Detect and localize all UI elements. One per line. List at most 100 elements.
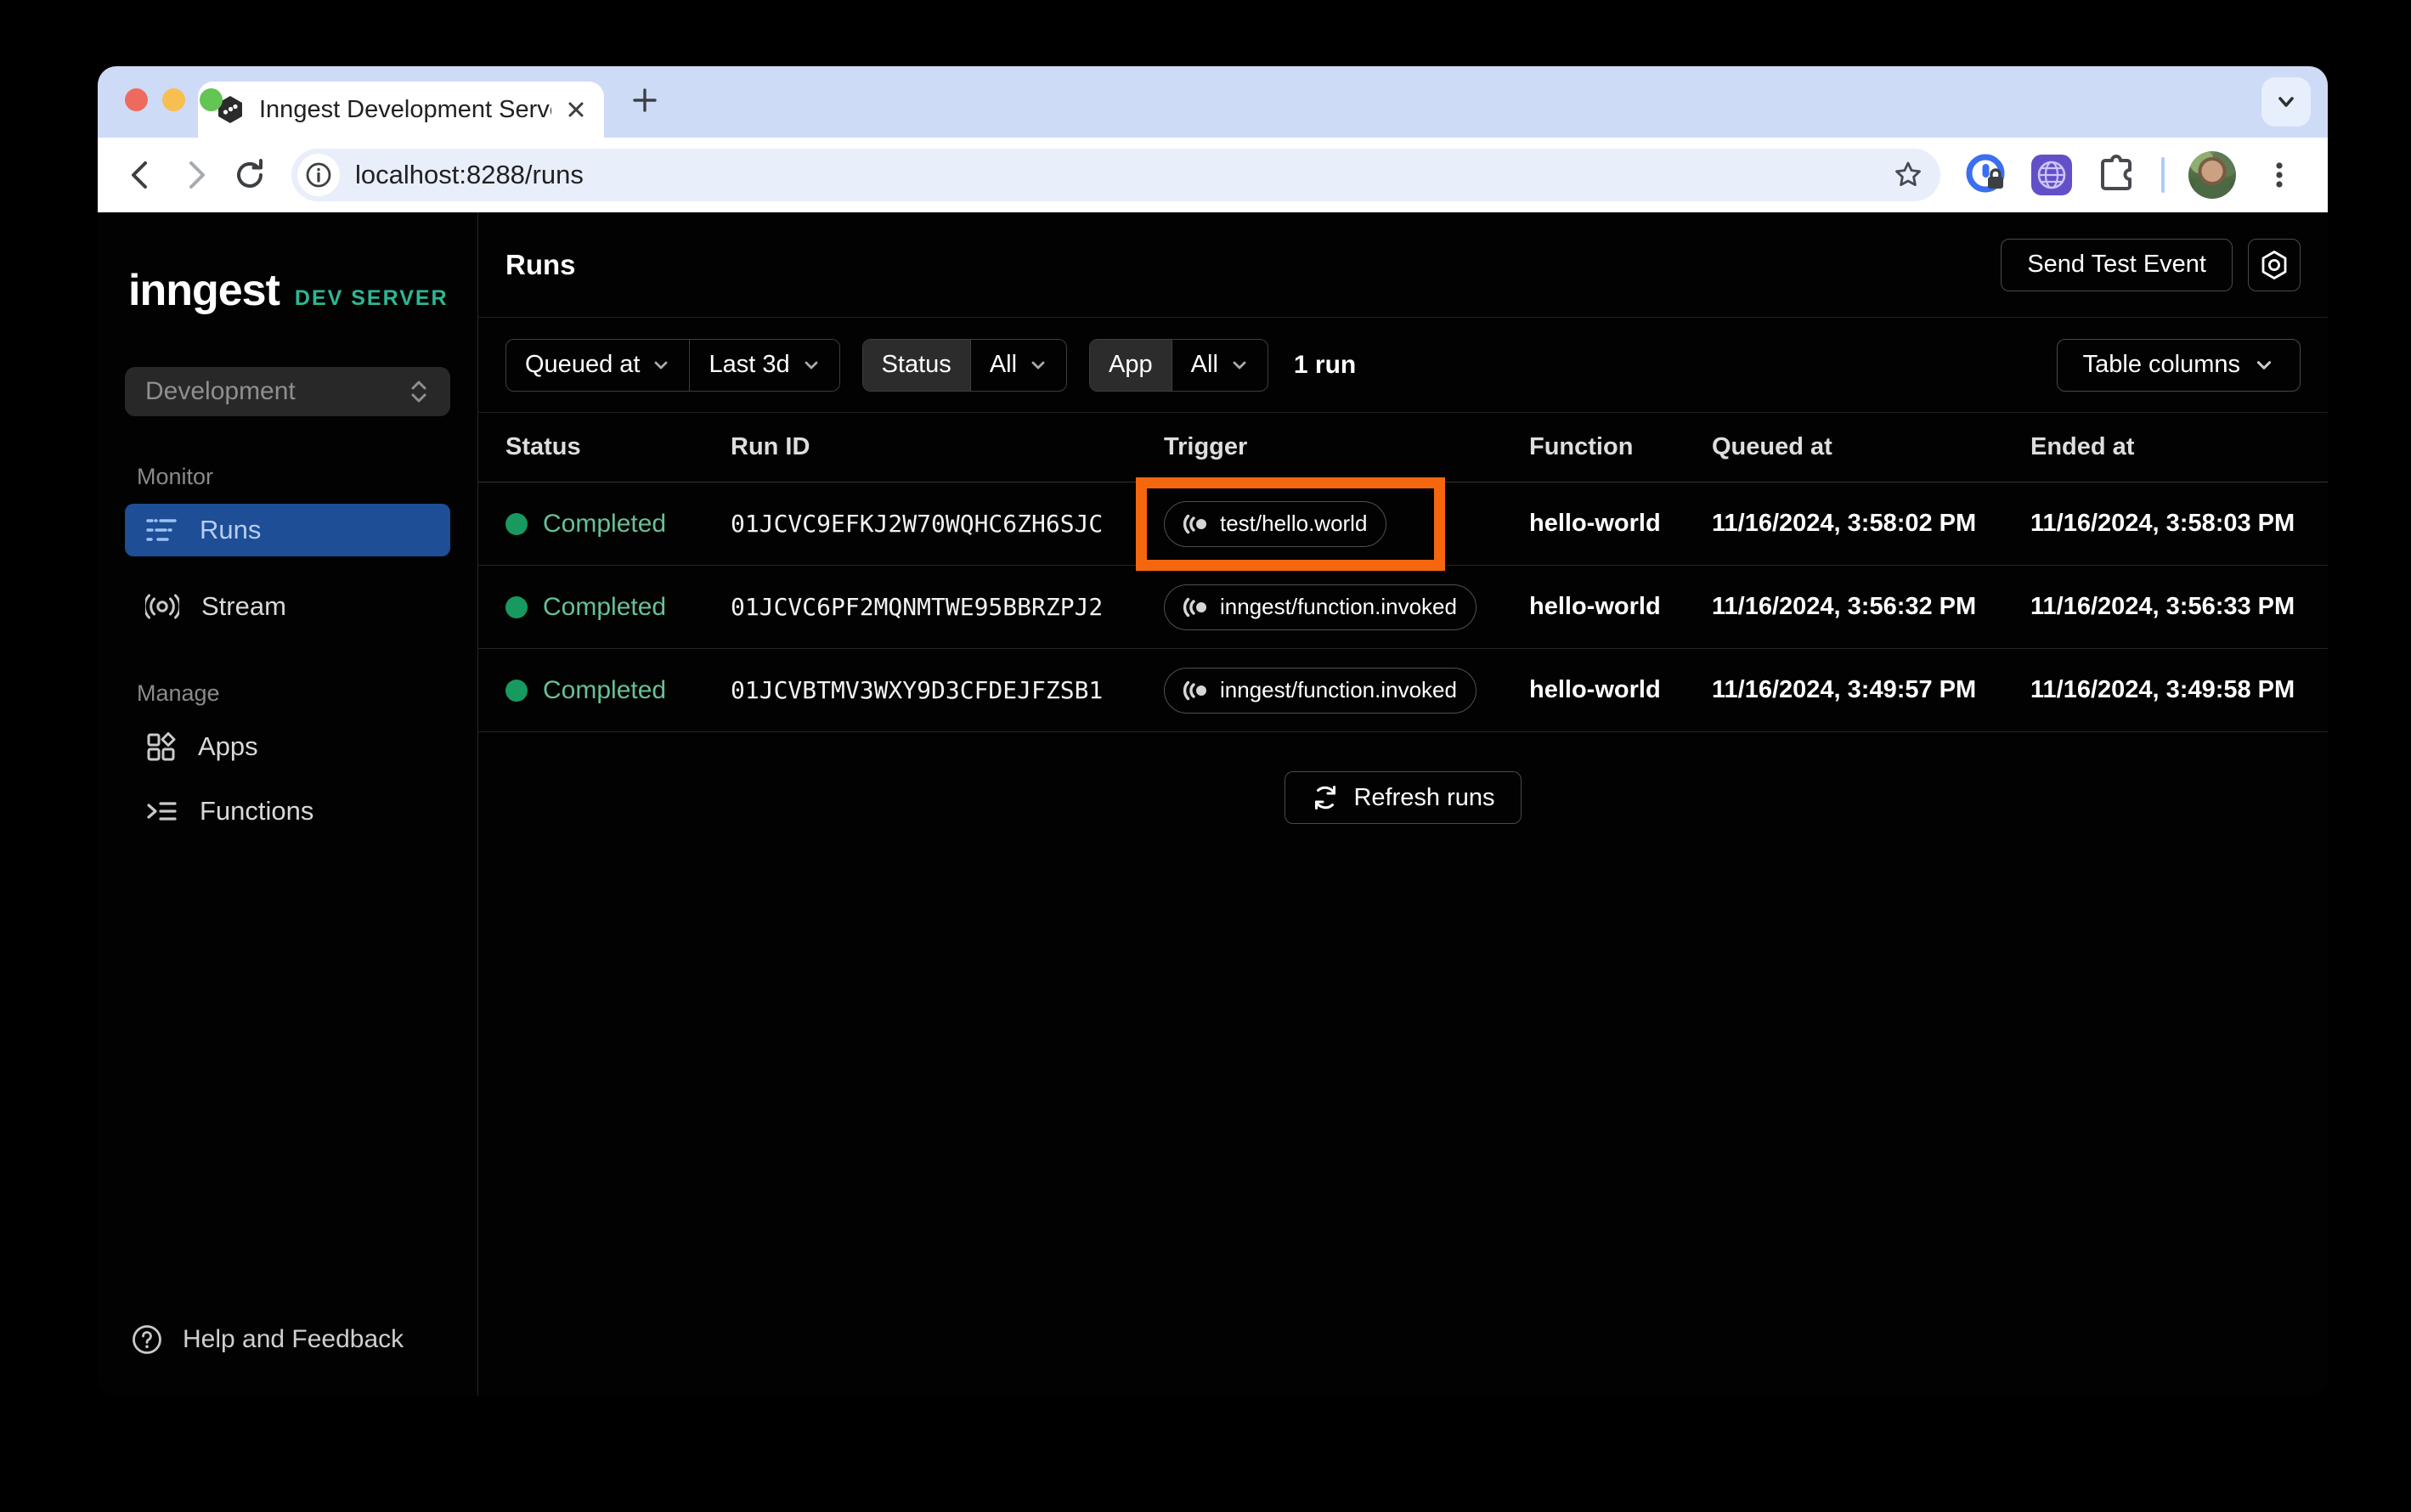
url-bar[interactable]: localhost:8288/runs (291, 149, 1940, 201)
password-manager-extension-icon[interactable] (1964, 152, 2010, 198)
sidebar-item-apps[interactable]: Apps (125, 720, 450, 773)
trigger-pill[interactable]: inngest/function.invoked (1164, 584, 1477, 630)
function-name: hello-world (1529, 510, 1661, 537)
trigger-label: inngest/function.invoked (1220, 594, 1457, 619)
status-label: Completed (543, 592, 667, 621)
col-status: Status (505, 433, 581, 460)
settings-button[interactable] (2248, 238, 2301, 291)
table-columns-button[interactable]: Table columns (2056, 338, 2301, 392)
refresh-row: Refresh runs (478, 771, 2328, 824)
status-cell: Completed (505, 593, 731, 622)
time-filter-group: Queued at Last 3d (505, 338, 840, 392)
forward-button[interactable] (172, 152, 218, 198)
tab-strip: Inngest Development Server (98, 66, 2328, 138)
refresh-icon (1311, 783, 1340, 812)
manage-section-label: Manage (137, 680, 220, 706)
time-range-dropdown[interactable]: Last 3d (690, 340, 838, 391)
run-id: 01JCVBTMV3WXY9D3CFDEJFZSB1 (731, 676, 1104, 704)
trigger-pill[interactable]: test/hello.world (1164, 500, 1387, 547)
environment-select[interactable]: Development (125, 367, 450, 416)
queued-at-value: 11/16/2024, 3:58:02 PM (1712, 510, 1977, 537)
status-cell: Completed (505, 676, 731, 705)
app-content: inngest DEV SERVER Development Monitor R… (98, 212, 2328, 1396)
status-label: Completed (543, 509, 667, 538)
status-filter-value: All (989, 351, 1018, 378)
logo-row: inngest DEV SERVER (125, 265, 450, 316)
app-filter-dropdown[interactable]: All (1172, 340, 1268, 391)
minimize-window-button[interactable] (162, 88, 185, 111)
status-label: Completed (543, 675, 667, 704)
chevron-down-icon (1031, 361, 1045, 369)
trigger-label: test/hello.world (1220, 511, 1368, 536)
sidebar: inngest DEV SERVER Development Monitor R… (98, 212, 478, 1396)
sidebar-item-stream[interactable]: Stream (125, 580, 450, 633)
tab-close-icon[interactable] (565, 99, 587, 121)
sidebar-item-label: Stream (201, 591, 286, 621)
sidebar-item-label: Apps (198, 731, 258, 761)
ended-at-value: 11/16/2024, 3:56:33 PM (2030, 593, 2295, 620)
page-title: Runs (505, 248, 576, 280)
functions-list-icon (145, 797, 178, 826)
new-tab-button[interactable] (630, 85, 660, 116)
apps-grid-icon (145, 731, 176, 762)
zoom-window-button[interactable] (200, 88, 223, 111)
status-filter-label: Status (862, 339, 970, 391)
site-info-icon[interactable] (297, 154, 340, 196)
run-id: 01JCVC9EFKJ2W70WQHC6ZH6SJC (731, 510, 1104, 538)
run-id: 01JCVC6PF2MQNMTWE95BBRZPJ2 (731, 593, 1104, 621)
status-dot-icon (505, 595, 528, 618)
updown-chevron-icon (408, 379, 430, 404)
tab-search-chevron-button[interactable] (2261, 77, 2311, 127)
main-panel: Runs Send Test Event Queued at Last 3d S… (478, 212, 2328, 1396)
status-dot-icon (505, 679, 528, 702)
browser-toolbar: localhost:8288/runs (98, 138, 2328, 212)
queued-at-dropdown[interactable]: Queued at (506, 340, 689, 391)
toolbar-divider (2161, 157, 2165, 193)
refresh-runs-label: Refresh runs (1353, 783, 1495, 811)
app-filter-value: All (1190, 351, 1218, 378)
sidebar-item-functions[interactable]: Functions (125, 785, 450, 838)
time-range-value: Last 3d (709, 351, 790, 378)
send-test-event-label: Send Test Event (2027, 251, 2206, 278)
status-filter-dropdown[interactable]: All (971, 340, 1066, 391)
purple-extension-icon[interactable] (2029, 152, 2075, 198)
status-dot-icon (505, 512, 528, 535)
table-header: Status Run ID Trigger Function Queued at… (478, 413, 2328, 482)
tab-title: Inngest Development Server (259, 95, 551, 123)
sidebar-item-runs[interactable]: Runs (125, 504, 450, 556)
chevron-down-icon (1233, 361, 1246, 369)
send-test-event-button[interactable]: Send Test Event (2001, 238, 2233, 291)
chevron-down-icon (2256, 360, 2272, 370)
table-row[interactable]: Completed 01JCVC9EFKJ2W70WQHC6ZH6SJC tes… (478, 477, 2328, 571)
col-queued-at: Queued at (1712, 433, 1832, 460)
back-button[interactable] (118, 152, 164, 198)
help-and-feedback[interactable]: Help and Feedback (125, 1323, 450, 1357)
trigger-cell: inngest/function.invoked (1164, 584, 1529, 630)
url-text[interactable]: localhost:8288/runs (355, 160, 1876, 190)
extensions-puzzle-icon[interactable] (2093, 152, 2139, 198)
table-row[interactable]: Completed 01JCVBTMV3WXY9D3CFDEJFZSB1 inn… (478, 649, 2328, 732)
status-cell: Completed (505, 510, 731, 539)
queued-at-value: 11/16/2024, 3:56:32 PM (1712, 593, 1977, 620)
main-header: Runs Send Test Event (478, 212, 2328, 318)
table-row[interactable]: Completed 01JCVC6PF2MQNMTWE95BBRZPJ2 inn… (478, 566, 2328, 649)
app-filter-label: App (1090, 339, 1172, 391)
runs-list-icon (145, 516, 178, 544)
browser-menu-kebab-icon[interactable] (2256, 152, 2302, 198)
bookmark-star-icon[interactable] (1891, 158, 1925, 192)
browser-tab[interactable]: Inngest Development Server (198, 82, 604, 138)
monitor-section-label: Monitor (137, 464, 214, 489)
trigger-pill[interactable]: inngest/function.invoked (1164, 667, 1477, 714)
environment-select-value: Development (145, 377, 296, 405)
event-pulse-icon (1183, 680, 1206, 700)
reload-button[interactable] (227, 152, 273, 198)
refresh-runs-button[interactable]: Refresh runs (1285, 771, 1522, 824)
close-window-button[interactable] (125, 88, 148, 111)
ended-at-value: 11/16/2024, 3:49:58 PM (2030, 676, 2295, 703)
profile-avatar[interactable] (2188, 151, 2236, 199)
trigger-cell: inngest/function.invoked (1164, 667, 1529, 714)
run-count: 1 run (1293, 350, 1357, 379)
status-filter-group: Status All (861, 338, 1068, 392)
col-run-id: Run ID (731, 433, 810, 460)
sidebar-item-label: Functions (200, 796, 314, 826)
